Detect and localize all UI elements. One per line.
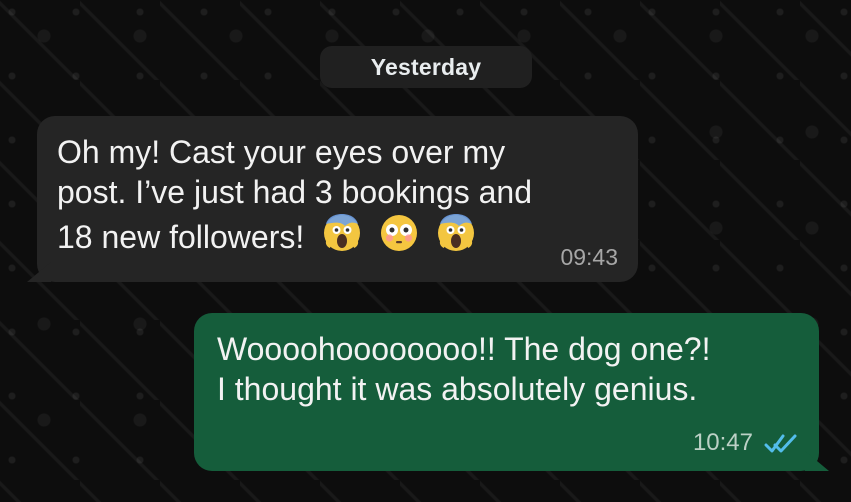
incoming-message[interactable]: Oh my! Cast your eyes over my post. I’ve… (37, 116, 638, 282)
message-text-line: post. I’ve just had 3 bookings and (57, 174, 532, 210)
flushed-face-icon (381, 215, 418, 251)
double-check-icon (764, 434, 797, 453)
outgoing-message[interactable]: Woooohoooooooo!! The dog one?! I thought… (194, 313, 819, 471)
face-screaming-in-fear-icon (437, 214, 474, 251)
message-text-line: Oh my! Cast your eyes over my (57, 134, 506, 170)
message-text-line: 18 new followers! (57, 219, 305, 255)
emoji-group (321, 212, 477, 257)
message-text-line-with-emojis: 18 new followers! (57, 212, 620, 257)
message-time: 10:47 (692, 429, 753, 456)
face-screaming-in-fear-icon (324, 214, 361, 251)
message-time: 09:43 (560, 244, 618, 270)
date-divider-label: Yesterday (370, 53, 482, 80)
message-text-line: Woooohoooooooo!! The dog one?! (217, 331, 711, 367)
message-text-line: I thought it was absolutely genius. (217, 371, 698, 407)
date-divider: Yesterday (320, 46, 532, 88)
